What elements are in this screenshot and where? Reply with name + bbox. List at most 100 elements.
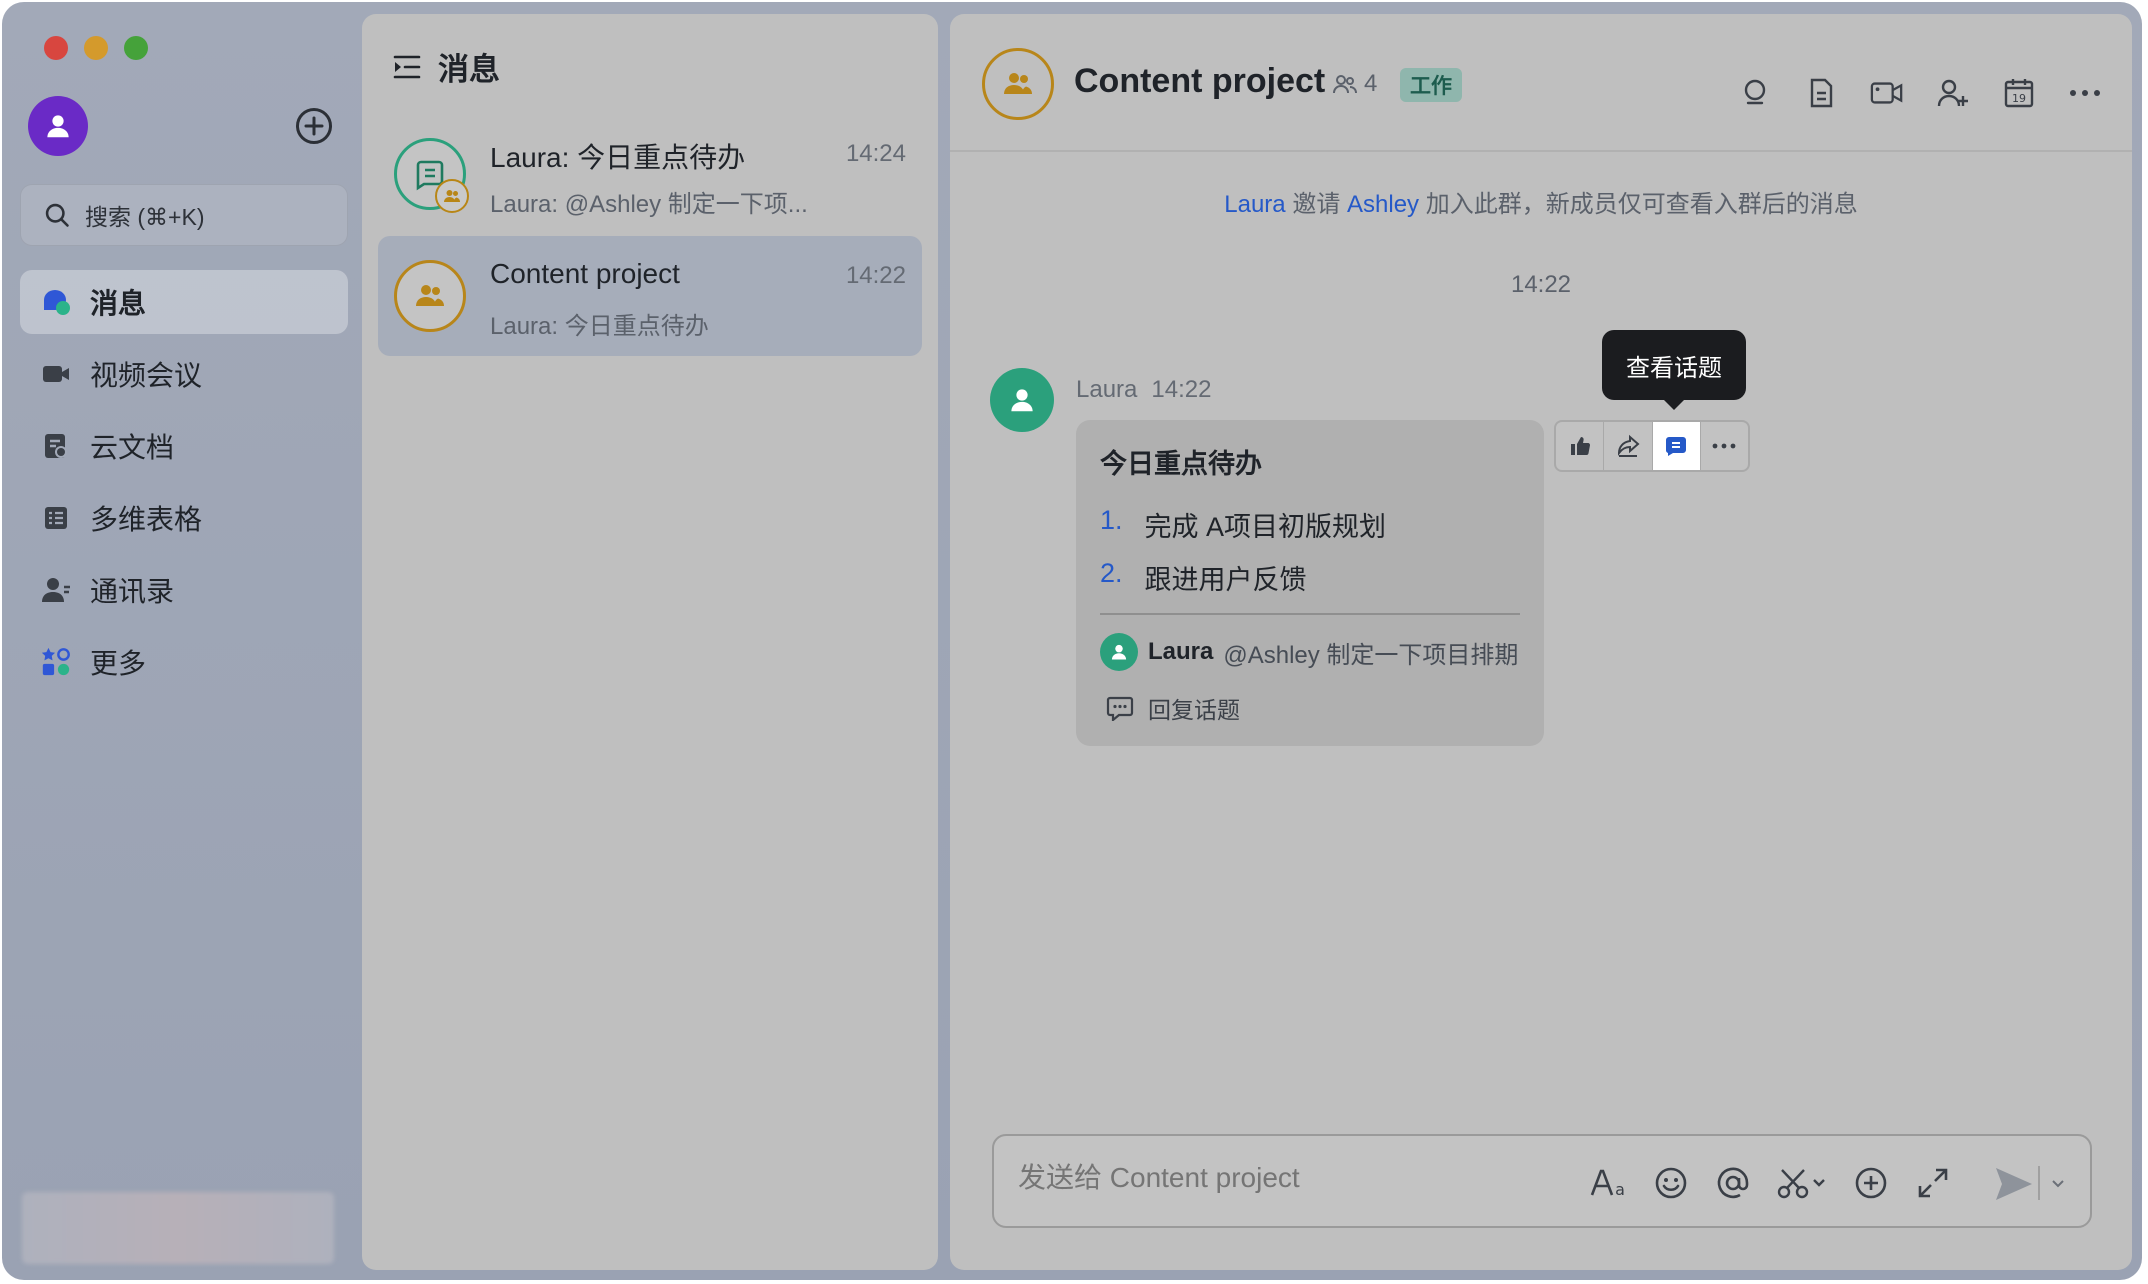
cloud-doc-icon (40, 430, 72, 462)
sender-avatar[interactable] (990, 368, 1054, 432)
chat-bubble-icon (40, 286, 72, 318)
header-actions: 19 (1738, 76, 2102, 110)
system-verb: 邀请 (1292, 191, 1341, 218)
reply-thread-button[interactable]: 回复话题 (1100, 691, 1520, 725)
add-attachment-icon[interactable] (1852, 1164, 1890, 1202)
member-count[interactable]: 4 (1332, 70, 1377, 98)
list-text: 跟进用户反馈 (1144, 565, 1307, 595)
svg-text:19: 19 (2012, 92, 2026, 105)
sidebar-nav: 消息 视频会议 云文档 多维表格 通讯录 更多 (20, 270, 348, 702)
sidebar-item-messages[interactable]: 消息 (20, 270, 348, 334)
collapse-sidebar-icon[interactable] (392, 52, 422, 82)
sidebar: 搜索 (⌘+K) 消息 视频会议 云文档 多维表格 通讯录 更多 (2, 2, 360, 1280)
message-input[interactable] (1018, 1162, 1578, 1194)
send-icon (1996, 1168, 2032, 1200)
plus-icon (304, 116, 324, 136)
member-count-value: 4 (1364, 70, 1378, 97)
list-item: 1. 完成 A项目初版规划 (1100, 505, 1520, 544)
person-icon (1111, 644, 1127, 660)
create-new-button[interactable] (296, 108, 332, 144)
message-title: 今日重点待办 (1100, 449, 1262, 479)
zoom-window-button[interactable] (124, 36, 148, 60)
blurred-banner (22, 1192, 334, 1264)
todo-list: 1. 完成 A项目初版规划 2. 跟进用户反馈 (1100, 505, 1520, 597)
sidebar-item-label: 云文档 (90, 432, 175, 463)
sidebar-item-docs[interactable]: 云文档 (20, 414, 348, 478)
members-icon (1333, 75, 1357, 94)
sidebar-item-more[interactable]: 更多 (20, 630, 348, 694)
tooltip: 查看话题 (1602, 330, 1746, 410)
list-text: 完成 A项目初版规划 (1144, 512, 1387, 542)
reply-thread-icon (1106, 696, 1134, 721)
more-actions-icon[interactable] (1701, 422, 1748, 470)
chat-list-title: 消息 (438, 52, 500, 87)
send-divider (2038, 1166, 2040, 1200)
expand-icon[interactable] (1914, 1164, 1952, 1202)
chat-title: Content project (490, 258, 680, 289)
chat-list-item-active[interactable]: Content project 14:22 Laura: 今日重点待办 (378, 236, 922, 356)
calendar-icon[interactable]: 19 (2002, 76, 2036, 110)
video-call-icon[interactable] (1870, 76, 1904, 110)
group-avatar[interactable] (982, 48, 1054, 120)
forward-icon[interactable] (1604, 422, 1653, 470)
user-avatar[interactable] (28, 96, 88, 156)
svg-text:a: a (1615, 1180, 1625, 1199)
message-bubble[interactable]: 今日重点待办 1. 完成 A项目初版规划 2. 跟进用户反馈 Laura @As… (1076, 420, 1544, 746)
thread-sender-avatar (1100, 633, 1138, 671)
message-meta: Laura 14:22 (1076, 376, 1211, 404)
text-format-icon[interactable]: a (1590, 1164, 1628, 1202)
chevron-down-icon[interactable] (2046, 1172, 2070, 1196)
chat-list-panel: 消息 Laura: 今日重点待办 14:24 Laura: @Ashley 制定… (362, 14, 938, 1270)
video-camera-icon (40, 358, 72, 390)
document-icon[interactable] (1804, 76, 1838, 110)
sidebar-item-label: 更多 (90, 648, 147, 679)
thread-text: @Ashley 制定一下项目排期 (1223, 641, 1519, 669)
close-window-button[interactable] (44, 36, 68, 60)
person-icon (47, 115, 69, 138)
chat-list-header: 消息 (392, 44, 500, 89)
chat-preview: Laura: 今日重点待办 (490, 313, 709, 340)
group-people-icon (416, 285, 444, 306)
message-hover-toolbar (1554, 420, 1750, 472)
sidebar-item-video-meeting[interactable]: 视频会议 (20, 342, 348, 406)
thread-sender-name: Laura (1148, 638, 1214, 665)
emoji-icon[interactable] (1652, 1164, 1690, 1202)
sidebar-item-bitable[interactable]: 多维表格 (20, 486, 348, 550)
thread-preview[interactable]: Laura @Ashley 制定一下项目排期 (1100, 633, 1520, 671)
list-number: 2. (1100, 558, 1123, 588)
list-item: 2. 跟进用户反馈 (1100, 558, 1520, 597)
divider (1100, 613, 1520, 615)
chat-list-item[interactable]: Laura: 今日重点待办 14:24 Laura: @Ashley 制定一下项… (378, 114, 922, 234)
thread-avatar (394, 138, 469, 213)
group-badge-icon (435, 179, 469, 213)
more-options-icon[interactable] (2068, 76, 2102, 110)
inviter-link[interactable]: Laura (1224, 191, 1285, 218)
group-people-icon (1004, 73, 1032, 94)
thumbs-up-icon[interactable] (1556, 422, 1605, 470)
group-avatar (394, 260, 466, 332)
search-chat-icon[interactable] (1738, 76, 1772, 110)
invitee-link[interactable]: Ashley (1347, 191, 1419, 218)
mention-icon[interactable] (1714, 1164, 1752, 1202)
work-tag: 工作 (1400, 68, 1462, 102)
message-time: 14:22 (1151, 376, 1212, 403)
apps-more-icon (40, 646, 72, 678)
chat-time: 14:22 (845, 262, 906, 289)
search-box[interactable]: 搜索 (⌘+K) (20, 184, 348, 246)
message-composer: a (992, 1134, 2092, 1228)
chat-preview: Laura: @Ashley 制定一下项... (490, 191, 808, 218)
chat-title: Laura: 今日重点待办 (490, 142, 746, 173)
person-icon (1011, 389, 1033, 412)
chat-time: 14:24 (845, 140, 906, 167)
sidebar-item-label: 消息 (90, 288, 147, 319)
sidebar-item-contacts[interactable]: 通讯录 (20, 558, 348, 622)
screenshot-icon[interactable] (1776, 1164, 1828, 1202)
minimize-window-button[interactable] (84, 36, 108, 60)
sender-name[interactable]: Laura (1076, 376, 1137, 404)
add-member-icon[interactable] (1936, 76, 1970, 110)
conversation-title[interactable]: Content project (1074, 62, 1325, 101)
send-button[interactable] (1994, 1164, 2034, 1204)
app-window: 搜索 (⌘+K) 消息 视频会议 云文档 多维表格 通讯录 更多 消息 Laur… (2, 2, 2142, 1280)
view-thread-icon[interactable] (1652, 422, 1701, 470)
list-number: 1. (1100, 505, 1123, 535)
